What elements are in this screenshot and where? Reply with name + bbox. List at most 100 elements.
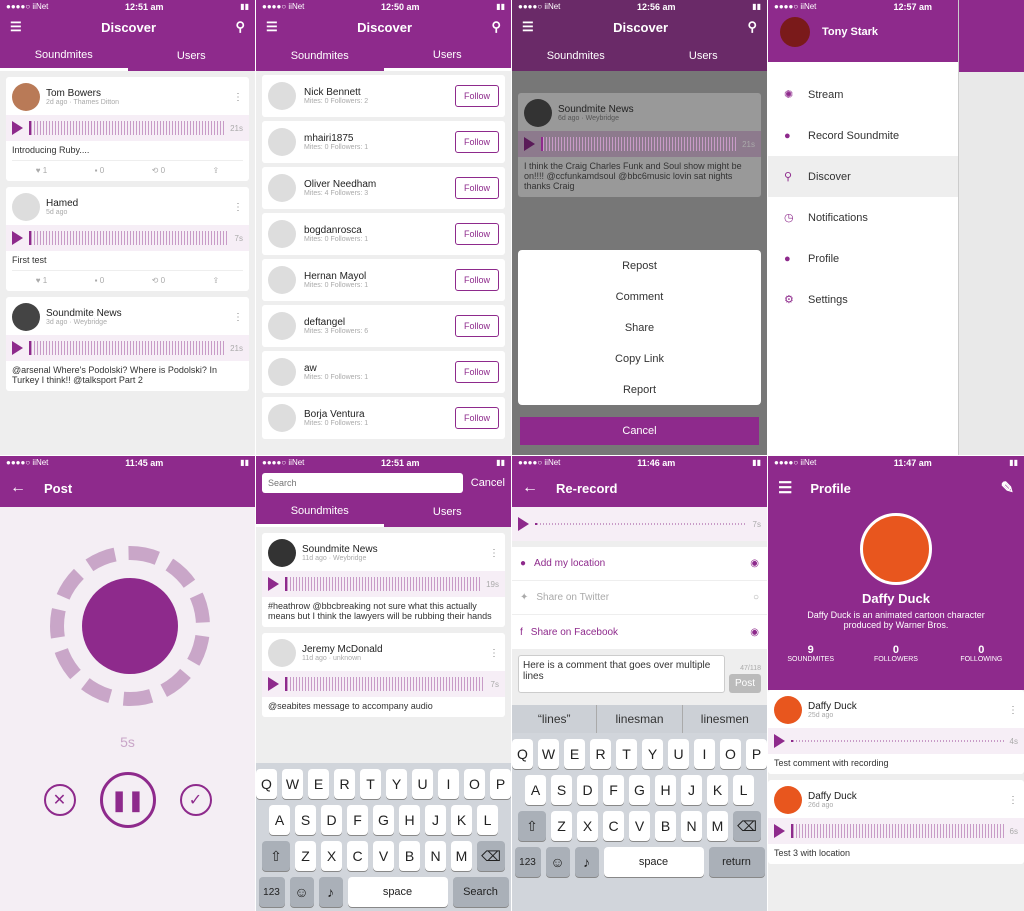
drawer-item-discover[interactable]: ⚲ Discover bbox=[768, 156, 958, 197]
key[interactable]: K bbox=[451, 805, 472, 835]
key[interactable]: N bbox=[681, 811, 702, 841]
comment-icon[interactable]: ▪ 0 bbox=[95, 276, 105, 285]
author-name[interactable]: Tom Bowers bbox=[46, 88, 119, 99]
feed-card[interactable]: Daffy Duck 25d ago ⋮ 4s Test comment with … bbox=[768, 690, 1024, 774]
key[interactable]: V bbox=[373, 841, 394, 871]
cancel-button[interactable]: Cancel bbox=[520, 417, 759, 445]
key[interactable]: V bbox=[629, 811, 650, 841]
post-button[interactable]: Post bbox=[728, 674, 761, 693]
key[interactable]: J bbox=[681, 775, 702, 805]
user-row[interactable]: Oliver Needham Mites: 4 Followers: 3 Follo… bbox=[262, 167, 505, 209]
user-name[interactable]: aw bbox=[304, 363, 368, 374]
discard-icon[interactable]: ✕ bbox=[43, 784, 76, 816]
key[interactable]: R bbox=[590, 739, 611, 769]
user-name[interactable]: Hernan Mayol bbox=[304, 271, 368, 282]
key[interactable]: H bbox=[399, 805, 420, 835]
author-name[interactable]: Jeremy McDonald bbox=[302, 644, 383, 655]
user-row[interactable]: Nick Bennett Mites: 0 Followers: 2 Follow bbox=[262, 75, 505, 117]
follow-button[interactable]: Follow bbox=[454, 131, 499, 153]
key[interactable]: O bbox=[720, 739, 741, 769]
space-key[interactable]: space bbox=[603, 847, 704, 877]
like-icon[interactable]: ♥ 1 bbox=[36, 166, 47, 175]
shift-key[interactable]: ⇧ bbox=[262, 841, 290, 871]
share-icon[interactable]: ⇪ bbox=[213, 166, 220, 175]
more-icon[interactable]: ⋮ bbox=[489, 548, 499, 559]
numbers-key[interactable]: 123 bbox=[258, 877, 285, 907]
waveform[interactable] bbox=[285, 577, 481, 591]
author-name[interactable]: Daffy Duck bbox=[808, 701, 857, 712]
key[interactable]: D bbox=[321, 805, 342, 835]
comment-action[interactable]: Comment bbox=[518, 281, 761, 312]
key[interactable]: T bbox=[360, 769, 381, 799]
key[interactable]: D bbox=[577, 775, 598, 805]
key[interactable]: P bbox=[746, 739, 767, 769]
follow-button[interactable]: Follow bbox=[454, 315, 499, 337]
delete-key[interactable]: ⌫ bbox=[477, 841, 505, 871]
user-name[interactable]: deftangel bbox=[304, 317, 368, 328]
like-icon[interactable]: ♥ 1 bbox=[36, 276, 47, 285]
play-icon[interactable] bbox=[774, 824, 785, 838]
more-icon[interactable]: ⋮ bbox=[1008, 705, 1018, 716]
play-icon[interactable] bbox=[12, 121, 23, 135]
tab-users[interactable]: Users bbox=[640, 41, 768, 71]
author-name[interactable]: Soundmite News bbox=[302, 544, 378, 555]
option-location[interactable]: ● Add my location ◉ bbox=[512, 547, 767, 581]
more-icon[interactable]: ⋮ bbox=[233, 202, 243, 213]
tab-users[interactable]: Users bbox=[383, 41, 511, 71]
key[interactable]: U bbox=[412, 769, 433, 799]
user-name[interactable]: bogdanrosca bbox=[304, 225, 368, 236]
record-dial-icon[interactable] bbox=[50, 546, 210, 706]
repost-action[interactable]: Repost bbox=[518, 250, 761, 281]
waveform[interactable] bbox=[791, 740, 1004, 742]
drawer-item-profile[interactable]: ● Profile bbox=[768, 238, 958, 279]
return-key[interactable]: return bbox=[708, 847, 765, 877]
share-action[interactable]: Share bbox=[518, 312, 761, 343]
follow-button[interactable]: Follow bbox=[454, 269, 499, 291]
user-row[interactable]: aw Mites: 0 Followers: 1 Follow bbox=[262, 351, 505, 393]
waveform[interactable] bbox=[285, 677, 485, 691]
feed-card[interactable]: Soundmite News 3d ago · Weybridge ⋮ 21s @a… bbox=[6, 297, 249, 391]
key[interactable]: E bbox=[564, 739, 585, 769]
key[interactable]: B bbox=[399, 841, 420, 871]
author-name[interactable]: Daffy Duck bbox=[808, 791, 857, 802]
key[interactable]: Z bbox=[551, 811, 572, 841]
more-icon[interactable]: ⋮ bbox=[233, 92, 243, 103]
key[interactable]: J bbox=[425, 805, 446, 835]
option-facebook[interactable]: f Share on Facebook ◉ bbox=[512, 615, 767, 649]
user-row[interactable]: bogdanrosca Mites: 0 Followers: 1 Follow bbox=[262, 213, 505, 255]
follow-button[interactable]: Follow bbox=[454, 223, 499, 245]
stat-followers[interactable]: 0 FOLLOWERS bbox=[853, 644, 938, 663]
feed-card[interactable]: Daffy Duck 26d ago ⋮ 6s Test 3 with locati… bbox=[768, 780, 1024, 864]
shift-key[interactable]: ⇧ bbox=[518, 811, 546, 841]
key[interactable]: W bbox=[282, 769, 303, 799]
search-icon[interactable]: ⚲ bbox=[235, 19, 245, 35]
waveform[interactable] bbox=[791, 824, 1004, 838]
key[interactable]: B bbox=[655, 811, 676, 841]
waveform[interactable] bbox=[29, 121, 225, 135]
key[interactable]: M bbox=[451, 841, 472, 871]
key[interactable]: R bbox=[334, 769, 355, 799]
numbers-key[interactable]: 123 bbox=[514, 847, 541, 877]
key[interactable]: F bbox=[603, 775, 624, 805]
feed-card[interactable]: Soundmite News 11d ago · Weybridge ⋮ 19s #… bbox=[262, 533, 505, 627]
key[interactable]: K bbox=[707, 775, 728, 805]
key[interactable]: I bbox=[438, 769, 459, 799]
feed-card[interactable]: Jeremy McDonald 11d ago · unknown ⋮ 7s @se… bbox=[262, 633, 505, 717]
comment-icon[interactable]: ▪ 0 bbox=[95, 166, 105, 175]
search-icon[interactable]: ⚲ bbox=[491, 19, 501, 35]
feed-card[interactable]: Hamed 5d ago ⋮ 7s First test ♥ 1 ▪ 0 ⟲ 0 ⇪ bbox=[6, 187, 249, 291]
edit-icon[interactable]: ✎ bbox=[1001, 478, 1014, 498]
key[interactable]: W bbox=[538, 739, 559, 769]
key[interactable]: N bbox=[425, 841, 446, 871]
key[interactable]: G bbox=[373, 805, 394, 835]
confirm-icon[interactable]: ✓ bbox=[179, 784, 212, 816]
search-icon[interactable]: ⚲ bbox=[747, 19, 757, 35]
key[interactable]: Z bbox=[295, 841, 316, 871]
search-key[interactable]: Search bbox=[452, 877, 509, 907]
cancel-button[interactable]: Cancel bbox=[471, 477, 505, 489]
key[interactable]: Q bbox=[512, 739, 533, 769]
user-name[interactable]: Nick Bennett bbox=[304, 87, 368, 98]
follow-button[interactable]: Follow bbox=[454, 361, 499, 383]
key[interactable]: T bbox=[616, 739, 637, 769]
back-arrow-icon[interactable]: ← bbox=[10, 479, 26, 497]
